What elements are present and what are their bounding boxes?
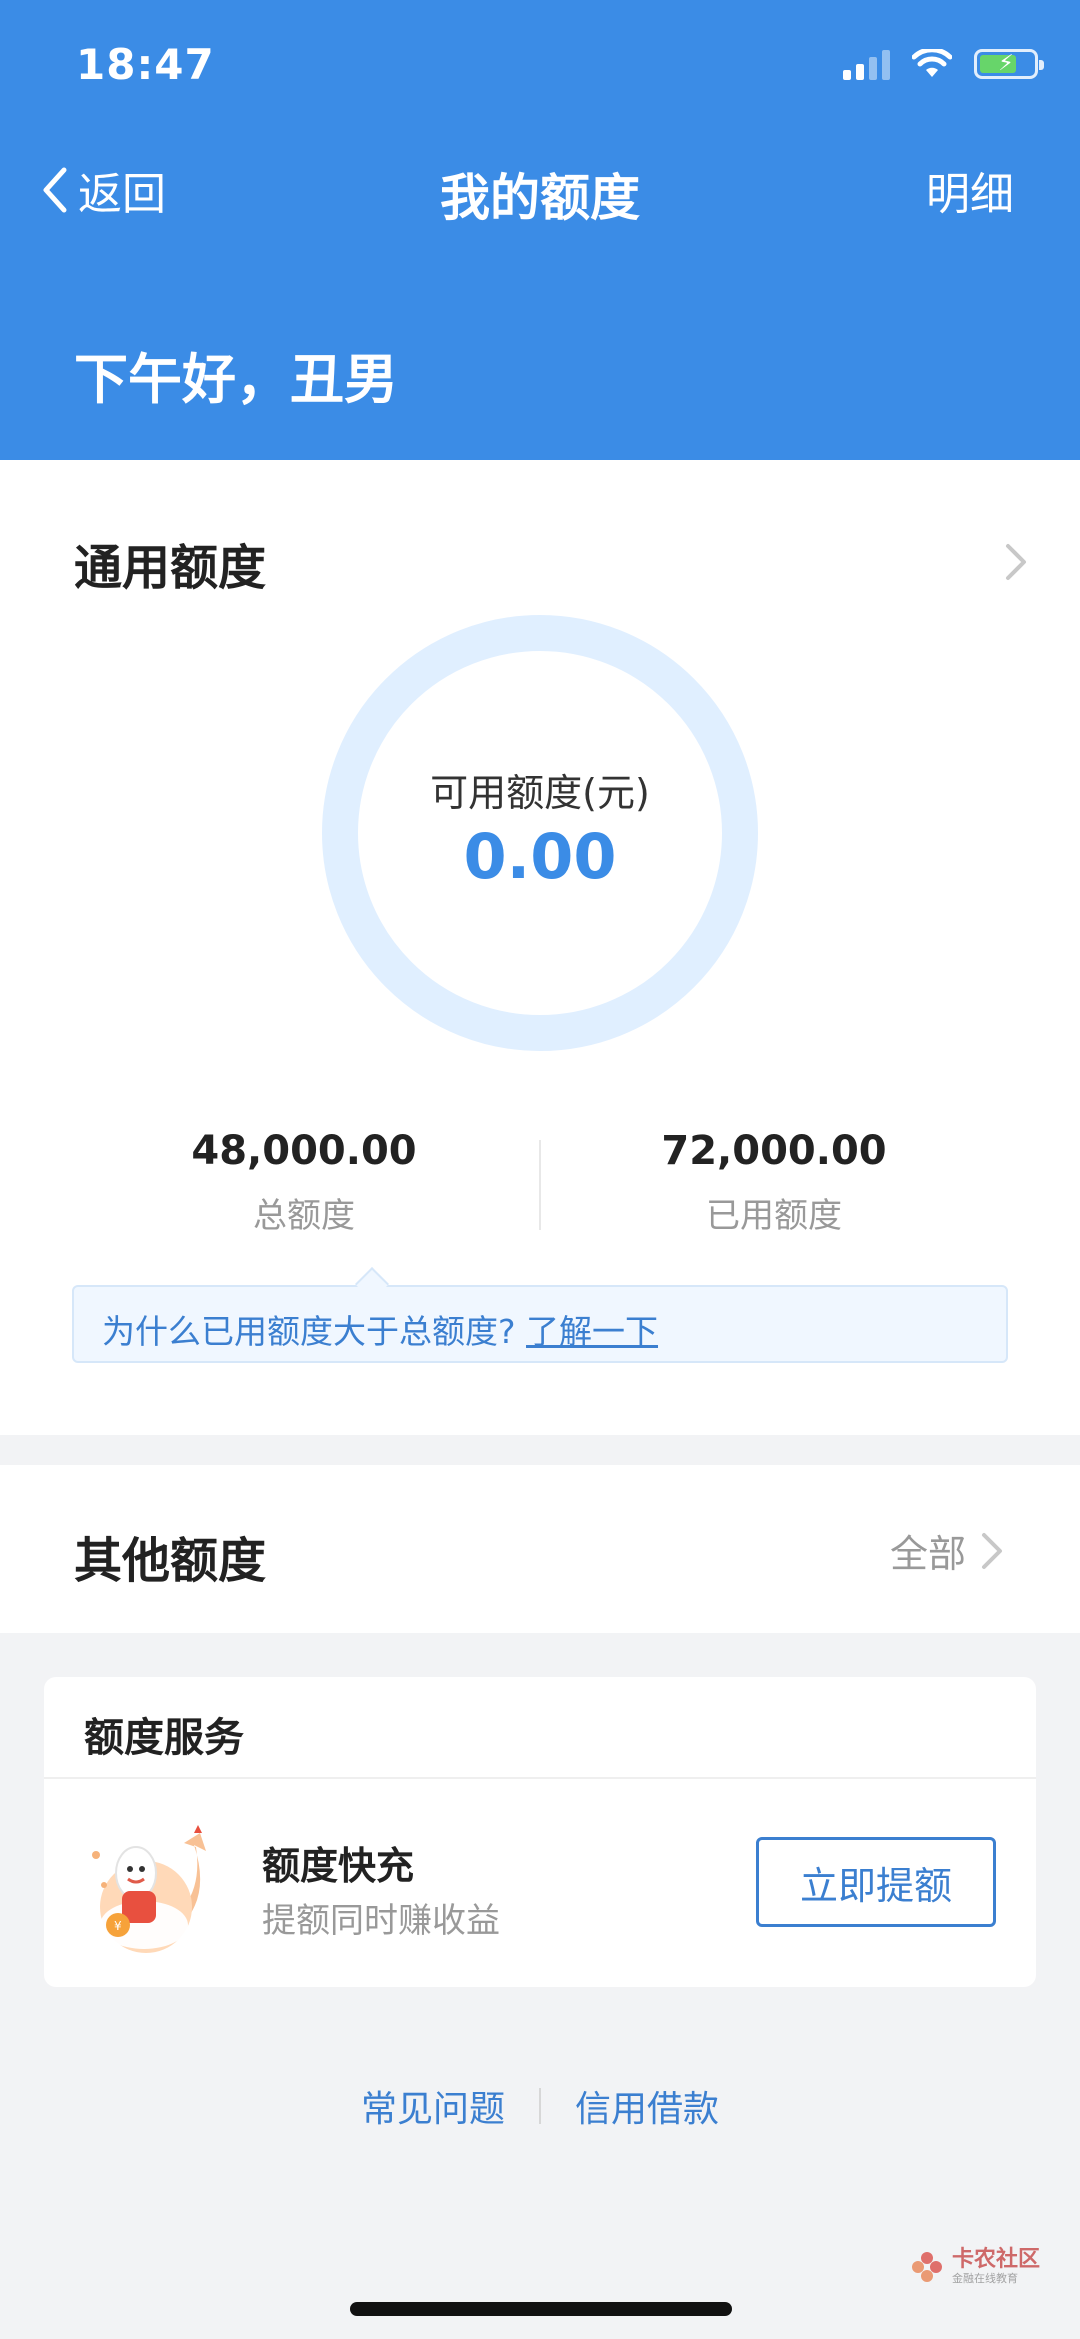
credit-service-card: 额度服务 ¥ 额度快充 提额同时赚收益 立即提额 [44, 1677, 1036, 1987]
total-credit-value: 48,000.00 [191, 1128, 417, 1174]
watermark: 卡农社区 金融在线教育 [910, 2247, 1040, 2286]
greeting-text: 下午好，丑男 [74, 348, 398, 411]
header: 18:47 ⚡ 返回 我的额度 明细 下午好，丑男 [0, 0, 1080, 460]
details-button[interactable]: 明细 [926, 158, 1014, 222]
credit-service-title: 额度服务 [84, 1715, 244, 1761]
other-credit-row[interactable]: 其他额度 全部 [0, 1465, 1080, 1633]
kanong-logo-icon [911, 2251, 942, 2282]
cellular-signal-icon [843, 48, 890, 80]
svg-text:¥: ¥ [114, 1919, 122, 1933]
view-all-link[interactable]: 全部 [890, 1523, 1004, 1578]
used-credit-value: 72,000.00 [661, 1128, 887, 1174]
credit-loan-link[interactable]: 信用借款 [575, 2080, 719, 2132]
general-credit-card: 通用额度 可用额度(元) 0.00 48,000.00 总额度 72,000.0… [0, 460, 1080, 1435]
available-credit-value: 0.00 [463, 820, 617, 893]
raise-credit-button[interactable]: 立即提额 [756, 1837, 996, 1927]
tip-question: 为什么已用额度大于总额度? [102, 1312, 516, 1351]
available-credit-label: 可用额度(元) [430, 771, 650, 815]
total-credit-stat: 48,000.00 总额度 [104, 1128, 504, 1237]
status-icons: ⚡ [843, 48, 1044, 80]
general-credit-title: 通用额度 [74, 540, 267, 596]
battery-charging-icon: ⚡ [974, 49, 1044, 79]
used-credit-stat: 72,000.00 已用额度 [574, 1128, 974, 1237]
service-item-name: 额度快充 [262, 1844, 415, 1888]
watermark-subtitle: 金融在线教育 [951, 2272, 1018, 2286]
watermark-title: 卡农社区 [951, 2247, 1040, 2272]
footer-divider [539, 2088, 541, 2124]
page-title: 我的额度 [440, 169, 640, 227]
tip-pointer [355, 1267, 389, 1301]
credit-tip-banner: 为什么已用额度大于总额度? 了解一下 [72, 1267, 1008, 1363]
footer-links: 常见问题 信用借款 [0, 2080, 1080, 2132]
service-item-description: 提额同时赚收益 [262, 1901, 500, 1941]
status-time: 18:47 [76, 40, 215, 89]
used-credit-label: 已用额度 [706, 1196, 842, 1236]
chevron-right-icon[interactable] [1004, 542, 1028, 582]
faq-link[interactable]: 常见问题 [361, 2080, 505, 2132]
home-indicator[interactable] [350, 2302, 732, 2316]
wifi-icon [912, 49, 952, 79]
divider [44, 1777, 1036, 1779]
tip-text: 为什么已用额度大于总额度? 了解一下 [102, 1305, 658, 1353]
mascot-illustration-icon: ¥ [92, 1825, 206, 1953]
navigation-bar: 返回 我的额度 明细 [0, 150, 1080, 230]
stats-divider [539, 1140, 541, 1230]
view-all-label: 全部 [889, 1532, 966, 1576]
available-credit-ring: 可用额度(元) 0.00 [322, 615, 758, 1051]
chevron-right-icon [982, 1532, 1002, 1569]
learn-more-link[interactable]: 了解一下 [526, 1312, 658, 1351]
other-credit-title: 其他额度 [74, 1533, 267, 1589]
total-credit-label: 总额度 [253, 1196, 355, 1236]
